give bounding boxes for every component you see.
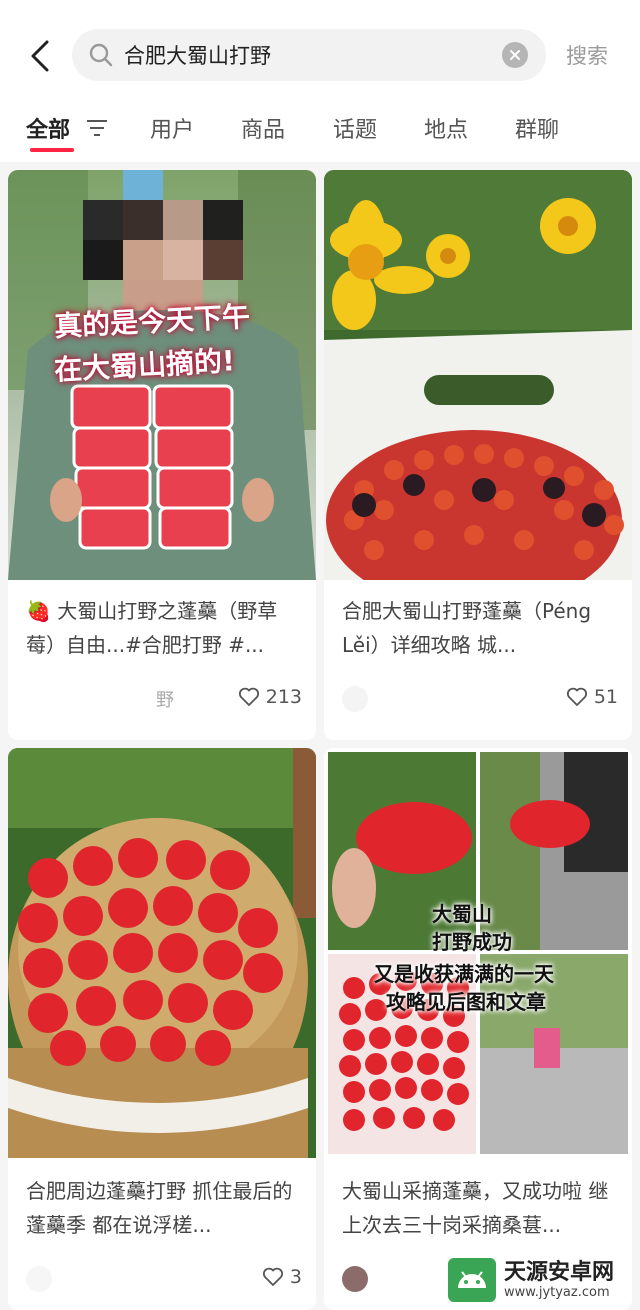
tab-topics[interactable]: 话题 xyxy=(333,112,377,144)
note-footer: 野 213 xyxy=(26,686,302,716)
note-card[interactable]: 合肥周边蓬蘽打野 抓住最后的蓬蘽季 都在说浮槎... 3 xyxy=(8,748,316,1310)
avatar[interactable] xyxy=(26,686,52,712)
heart-icon xyxy=(238,687,259,706)
tab-products[interactable]: 商品 xyxy=(241,112,285,144)
note-cover-image: 真的是今天下午 在大蜀山摘的! xyxy=(8,170,316,580)
chevron-left-icon xyxy=(31,40,49,72)
cover-caption-line: 又是收获满满的一天 xyxy=(374,962,554,986)
heart-icon xyxy=(262,1267,283,1286)
android-logo-icon xyxy=(448,1258,496,1302)
search-button[interactable]: 搜索 xyxy=(566,40,608,70)
note-cover-image xyxy=(8,748,316,1158)
site-watermark: 天源安卓网 www.jytyaz.com xyxy=(448,1258,614,1302)
clear-search-button[interactable] xyxy=(502,42,528,68)
like-button[interactable]: 51 xyxy=(566,686,618,708)
note-title: 🍓 大蜀山打野之蓬蘽（野草莓）自由...#合肥打野 #... xyxy=(26,599,278,657)
close-icon xyxy=(510,50,520,60)
author-name[interactable]: 野 xyxy=(156,686,174,712)
note-card[interactable]: 合肥大蜀山打野蓬蘽（Péng Lěi）详细攻略 城... 51 xyxy=(324,170,632,740)
search-input[interactable] xyxy=(124,35,484,75)
avatar[interactable] xyxy=(342,686,368,712)
search-bar[interactable] xyxy=(72,29,546,81)
like-button[interactable]: 213 xyxy=(238,686,302,708)
note-cover-image: 大蜀山 打野成功 又是收获满满的一天 攻略见后图和文章 xyxy=(324,748,632,1158)
note-footer: 51 xyxy=(342,686,618,716)
note-title: 合肥大蜀山打野蓬蘽（Péng Lěi）详细攻略 城... xyxy=(342,599,592,657)
note-card[interactable]: 大蜀山 打野成功 又是收获满满的一天 攻略见后图和文章 大蜀山采摘蓬蘽，又成功啦… xyxy=(324,748,632,1310)
like-button[interactable]: 3 xyxy=(262,1266,302,1288)
avatar[interactable] xyxy=(342,1266,368,1292)
note-cover-image xyxy=(324,170,632,580)
search-icon xyxy=(89,43,113,67)
tab-places[interactable]: 地点 xyxy=(424,112,468,144)
tab-all[interactable]: 全部 xyxy=(26,112,70,144)
note-title: 合肥周边蓬蘽打野 抓住最后的蓬蘽季 都在说浮槎... xyxy=(26,1179,293,1237)
like-count: 3 xyxy=(289,1266,302,1288)
avatar[interactable] xyxy=(26,1266,52,1292)
note-title: 大蜀山采摘蓬蘽，又成功啦 继上次去三十岗采摘桑葚... xyxy=(342,1179,609,1237)
note-card[interactable]: 真的是今天下午 在大蜀山摘的! 🍓 大蜀山打野之蓬蘽（野草莓）自由...#合肥打… xyxy=(8,170,316,740)
watermark-name: 天源安卓网 xyxy=(504,1259,615,1285)
result-tabs: 全部 用户 商品 话题 地点 群聊 xyxy=(0,104,640,154)
tab-groups[interactable]: 群聊 xyxy=(515,112,559,144)
search-header: 搜索 全部 用户 商品 话题 地点 群聊 xyxy=(0,0,640,162)
heart-icon xyxy=(566,687,587,706)
cover-caption-line: 攻略见后图和文章 xyxy=(386,990,546,1014)
note-footer: 3 xyxy=(26,1266,302,1296)
watermark-url: www.jytyaz.com xyxy=(504,1284,610,1300)
active-tab-indicator xyxy=(30,148,74,152)
cover-caption-line: 打野成功 xyxy=(432,930,512,954)
filter-icon[interactable] xyxy=(86,118,108,138)
cover-caption-line: 大蜀山 xyxy=(432,902,492,926)
back-button[interactable] xyxy=(22,34,58,78)
like-count: 213 xyxy=(265,686,302,708)
tab-users[interactable]: 用户 xyxy=(150,112,194,144)
like-count: 51 xyxy=(593,686,618,708)
